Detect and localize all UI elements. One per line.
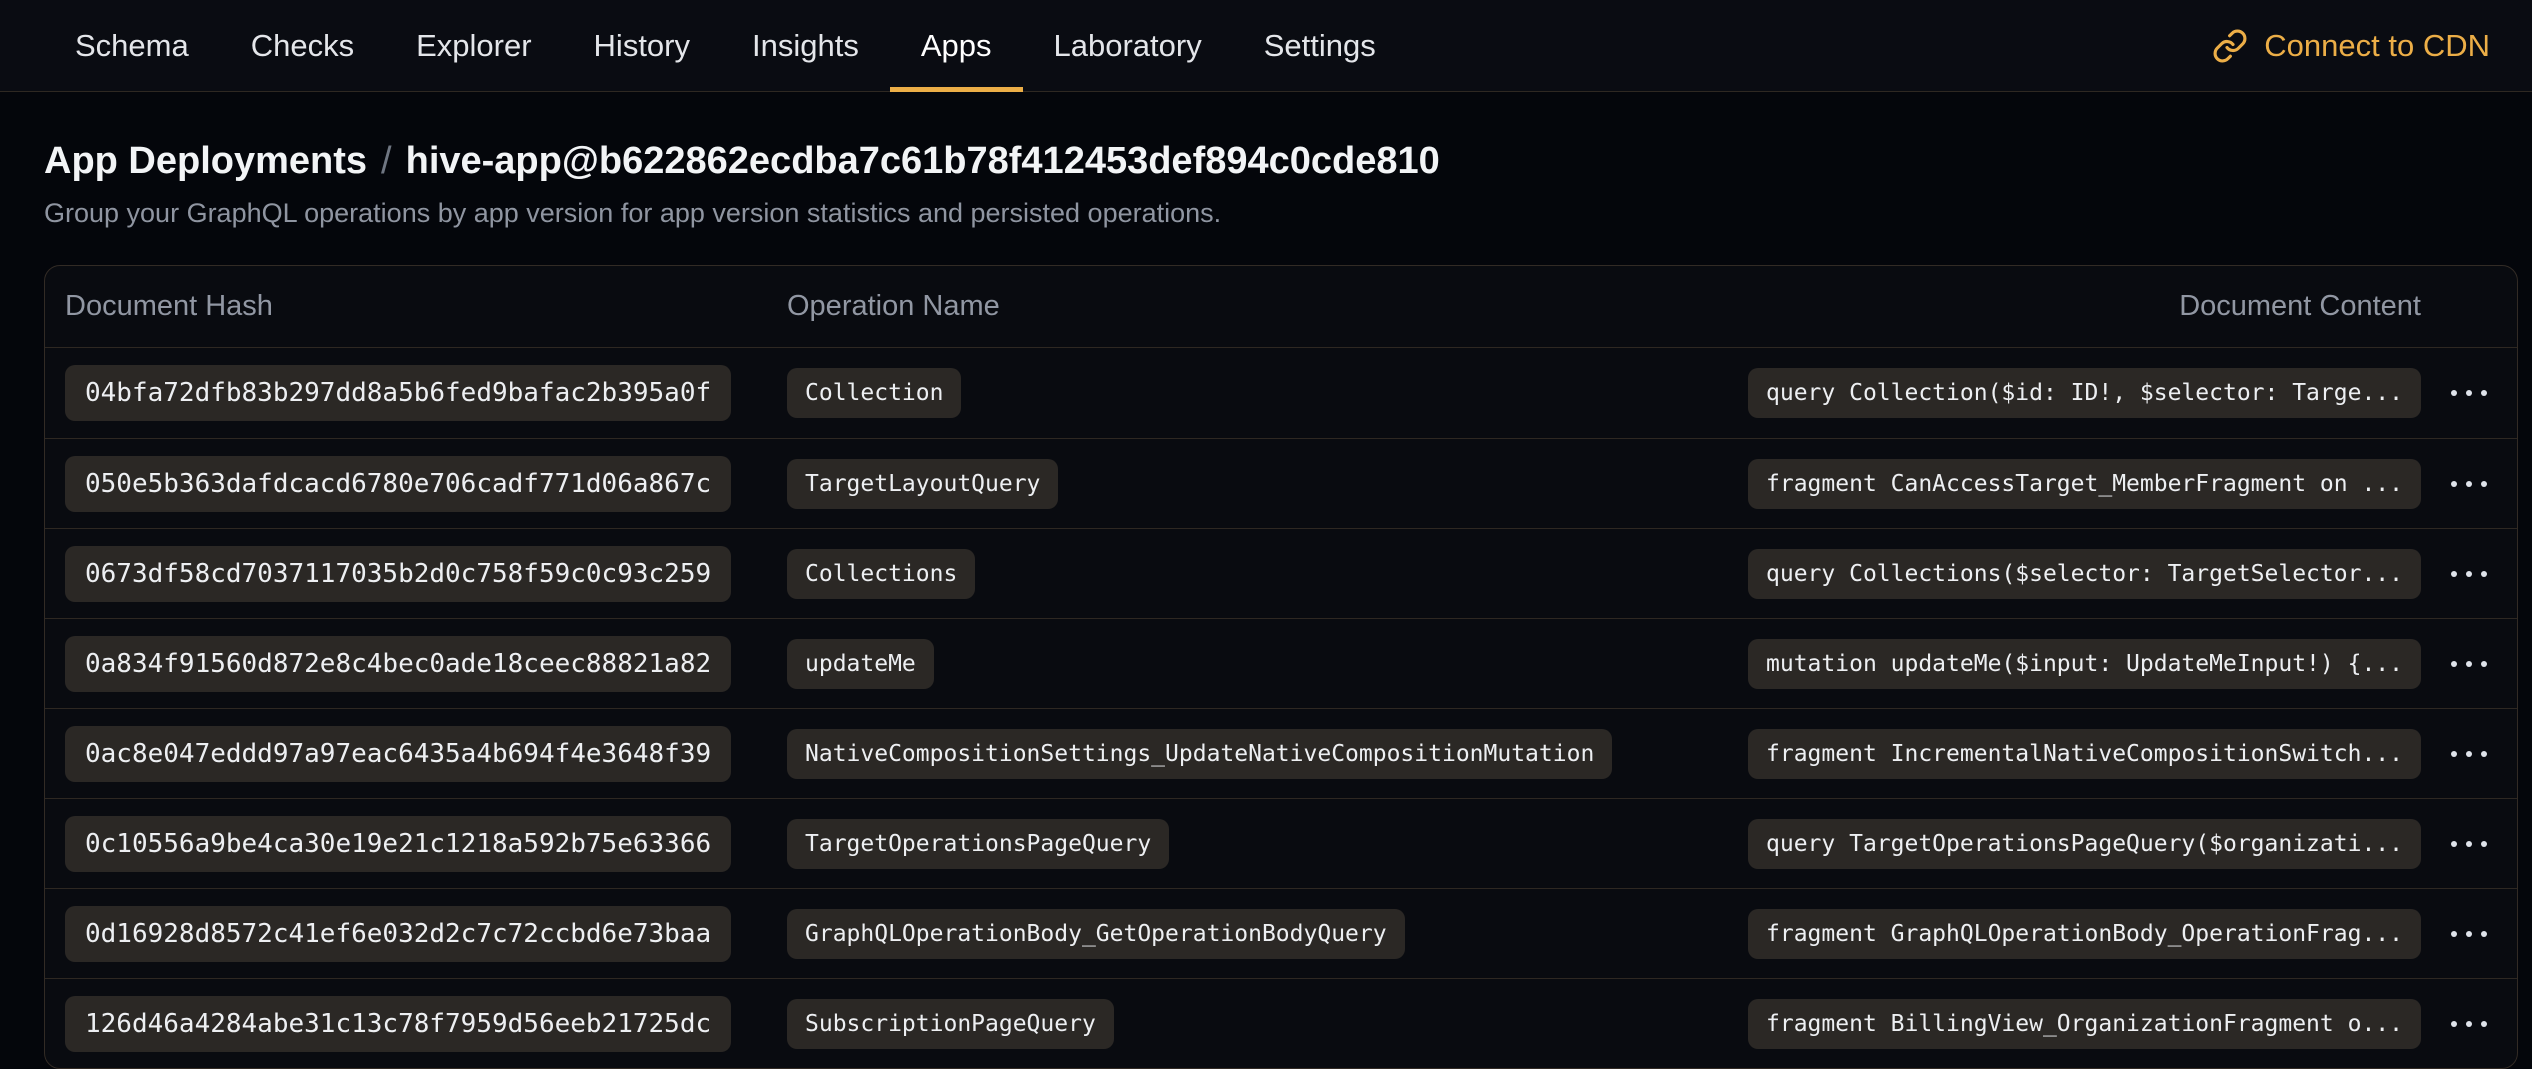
row-menu-button[interactable] [2441,917,2497,951]
document-content-badge[interactable]: query TargetOperationsPageQuery($organiz… [1748,819,2421,869]
nav-tab-label: Insights [752,28,859,64]
table-row: 0c10556a9be4ca30e19e21c1218a592b75e63366… [45,798,2517,888]
document-hash-badge[interactable]: 0d16928d8572c41ef6e032d2c7c72ccbd6e73baa [65,906,731,962]
nav-tab-history[interactable]: History [563,0,721,91]
document-content-badge[interactable]: fragment CanAccessTarget_MemberFragment … [1748,459,2421,509]
table-row: 0673df58cd7037117035b2d0c758f59c0c93c259… [45,528,2517,618]
nav-tab-label: Schema [75,28,189,64]
nav-tab-label: Laboratory [1054,28,1202,64]
operation-name-badge[interactable]: TargetLayoutQuery [787,459,1058,509]
document-content-badge[interactable]: query Collection($id: ID!, $selector: Ta… [1748,368,2421,418]
table-header-row: Document Hash Operation Name Document Co… [45,266,2517,348]
row-menu-button[interactable] [2441,557,2497,591]
nav-tab-label: Apps [921,28,992,64]
row-menu-button[interactable] [2441,376,2497,410]
document-hash-badge[interactable]: 0a834f91560d872e8c4bec0ade18ceec88821a82 [65,636,731,692]
connect-to-cdn-button[interactable]: Connect to CDN [2212,0,2490,91]
operation-name-badge[interactable]: GraphQLOperationBody_GetOperationBodyQue… [787,909,1405,959]
row-menu-button[interactable] [2441,737,2497,771]
operation-name-badge[interactable]: Collection [787,368,961,418]
row-menu-button[interactable] [2441,647,2497,681]
document-content-badge[interactable]: fragment IncrementalNativeCompositionSwi… [1748,729,2421,779]
column-header-operation-name: Operation Name [787,290,1721,323]
breadcrumb-separator: / [381,140,392,182]
ellipsis-icon [2451,390,2457,396]
nav-tab-label: Settings [1264,28,1376,64]
operation-name-badge[interactable]: updateMe [787,639,934,689]
ellipsis-icon [2451,1021,2457,1027]
operation-name-badge[interactable]: SubscriptionPageQuery [787,999,1114,1049]
document-hash-badge[interactable]: 0c10556a9be4ca30e19e21c1218a592b75e63366 [65,816,731,872]
nav-tab-laboratory[interactable]: Laboratory [1023,0,1233,91]
ellipsis-icon [2451,841,2457,847]
main-content: App Deployments / hive-app@b622862ecdba7c6… [0,139,2532,1069]
document-content-badge[interactable]: fragment GraphQLOperationBody_OperationF… [1748,909,2421,959]
connect-to-cdn-label: Connect to CDN [2264,28,2490,64]
nav-tab-explorer[interactable]: Explorer [385,0,562,91]
document-hash-badge[interactable]: 0ac8e047eddd97a97eac6435a4b694f4e3648f39 [65,726,731,782]
document-content-badge[interactable]: mutation updateMe($input: UpdateMeInput!… [1748,639,2421,689]
nav-tab-settings[interactable]: Settings [1233,0,1407,91]
nav-tabs: Schema Checks Explorer History Insights … [44,0,1407,91]
operation-name-badge[interactable]: TargetOperationsPageQuery [787,819,1169,869]
table-row: 0a834f91560d872e8c4bec0ade18ceec88821a82… [45,618,2517,708]
nav-tab-label: Checks [251,28,354,64]
ellipsis-icon [2451,661,2457,667]
document-hash-badge[interactable]: 050e5b363dafdcacd6780e706cadf771d06a867c [65,456,731,512]
breadcrumb-section[interactable]: App Deployments [44,140,367,182]
column-header-document-hash: Document Hash [65,290,787,323]
table-row: 0ac8e047eddd97a97eac6435a4b694f4e3648f39… [45,708,2517,798]
document-hash-badge[interactable]: 126d46a4284abe31c13c78f7959d56eeb21725dc [65,996,731,1052]
page-subtitle: Group your GraphQL operations by app ver… [44,197,2518,229]
nav-tab-label: History [594,28,690,64]
operation-name-badge[interactable]: Collections [787,549,975,599]
top-nav: Schema Checks Explorer History Insights … [0,0,2532,92]
ellipsis-icon [2451,751,2457,757]
operation-name-badge[interactable]: NativeCompositionSettings_UpdateNativeCo… [787,729,1612,779]
ellipsis-icon [2451,481,2457,487]
nav-tab-schema[interactable]: Schema [44,0,220,91]
row-menu-button[interactable] [2441,467,2497,501]
table-row: 126d46a4284abe31c13c78f7959d56eeb21725dc… [45,978,2517,1068]
nav-tab-insights[interactable]: Insights [721,0,890,91]
row-menu-button[interactable] [2441,827,2497,861]
link-icon [2212,28,2248,64]
document-content-badge[interactable]: query Collections($selector: TargetSelec… [1748,549,2421,599]
document-hash-badge[interactable]: 0673df58cd7037117035b2d0c758f59c0c93c259 [65,546,731,602]
ellipsis-icon [2451,571,2457,577]
column-header-document-content: Document Content [2179,290,2421,323]
table-row: 0d16928d8572c41ef6e032d2c7c72ccbd6e73baa… [45,888,2517,978]
deployments-table: Document Hash Operation Name Document Co… [44,265,2518,1069]
row-menu-button[interactable] [2441,1007,2497,1041]
ellipsis-icon [2451,931,2457,937]
table-row: 050e5b363dafdcacd6780e706cadf771d06a867c… [45,438,2517,528]
nav-tab-apps[interactable]: Apps [890,0,1023,91]
table-row: 04bfa72dfb83b297dd8a5b6fed9bafac2b395a0f… [45,348,2517,438]
table-body: 04bfa72dfb83b297dd8a5b6fed9bafac2b395a0f… [45,348,2517,1068]
breadcrumb-app-id: hive-app@b622862ecdba7c61b78f412453def89… [406,140,1440,182]
nav-tab-checks[interactable]: Checks [220,0,385,91]
document-content-badge[interactable]: fragment BillingView_OrganizationFragmen… [1748,999,2421,1049]
nav-tab-label: Explorer [416,28,531,64]
document-hash-badge[interactable]: 04bfa72dfb83b297dd8a5b6fed9bafac2b395a0f [65,365,731,421]
breadcrumb: App Deployments / hive-app@b622862ecdba7c6… [44,139,2518,183]
